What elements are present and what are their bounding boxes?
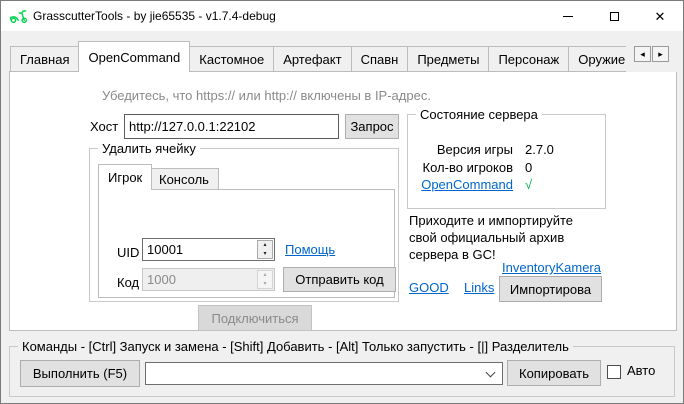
uid-label: UID <box>117 241 139 264</box>
delete-cell-group: Удалить ячейку Игрок Консоль UID ▴ ▾ Пом… <box>89 148 399 302</box>
uid-input[interactable] <box>142 238 275 261</box>
tab-scroll-right-button[interactable]: ▸ <box>652 46 669 62</box>
inventorykamera-link[interactable]: InventoryKamera <box>502 260 601 275</box>
tab-player[interactable]: Игрок <box>98 164 152 190</box>
opencommand-link[interactable]: OpenCommand <box>421 177 513 192</box>
opencommand-tab-page: Убедитесь, что https:// или http:// вклю… <box>9 71 677 331</box>
player-count-label: Кол-во игроков <box>423 160 513 175</box>
tab-glavnaya[interactable]: Главная <box>10 46 79 72</box>
maximize-button[interactable] <box>591 1 637 31</box>
window-title: GrasscutterTools - by jie65535 - v1.7.4-… <box>33 1 276 31</box>
promo-line: свой официальный архив <box>409 229 573 246</box>
arrow-right-icon: ▸ <box>658 49 663 60</box>
good-link[interactable]: GOOD <box>409 280 449 295</box>
tab-console[interactable]: Консоль <box>149 168 219 190</box>
command-combobox[interactable] <box>145 362 503 385</box>
minimize-icon <box>563 16 573 17</box>
run-button[interactable]: Выполнить (F5) <box>20 360 140 387</box>
tab-spavn[interactable]: Спавн <box>351 46 409 72</box>
host-input[interactable] <box>124 114 339 139</box>
auto-checkbox[interactable] <box>607 365 621 379</box>
close-icon: ✕ <box>655 10 666 23</box>
commands-group: Команды - [Ctrl] Запуск и замена - [Shif… <box>9 346 675 397</box>
delete-cell-group-title: Удалить ячейку <box>98 141 200 156</box>
server-status-group-title: Состояние сервера <box>416 107 542 122</box>
tab-opencommand[interactable]: OpenCommand <box>78 41 190 72</box>
arrow-left-icon: ◂ <box>640 49 645 60</box>
code-input <box>142 268 275 291</box>
spinner-up-icon[interactable]: ▴ <box>258 241 272 250</box>
uid-spinner[interactable]: ▴ ▾ <box>142 238 275 261</box>
tab-kastomnoe[interactable]: Кастомное <box>189 46 274 72</box>
tab-predmety[interactable]: Предметы <box>407 46 489 72</box>
host-label: Хост <box>90 114 118 139</box>
send-code-button[interactable]: Отправить код <box>283 267 396 292</box>
maximize-icon <box>610 12 619 21</box>
app-logo-icon <box>9 8 29 24</box>
code-spinner: ▴ ▾ <box>142 268 275 291</box>
player-count-value: 0 <box>525 160 532 175</box>
connect-button: Подключиться <box>198 305 312 331</box>
tab-personazh[interactable]: Персонаж <box>488 46 569 72</box>
app-window: GrasscutterTools - by jie65535 - v1.7.4-… <box>0 0 684 404</box>
server-status-group: Состояние сервера Версия игры 2.7.0 Кол-… <box>407 114 606 209</box>
tab-scroll-left-button[interactable]: ◂ <box>634 46 651 62</box>
tab-artefakt[interactable]: Артефакт <box>273 46 351 72</box>
host-hint-text: Убедитесь, что https:// или http:// вклю… <box>102 88 431 103</box>
spinner-down-icon: ▾ <box>258 280 272 289</box>
main-tabstrip: Главная OpenCommand Кастомное Артефакт С… <box>10 41 676 72</box>
commands-group-title: Команды - [Ctrl] Запуск и замена - [Shif… <box>18 339 573 354</box>
import-button[interactable]: Импортирова <box>499 276 602 302</box>
player-tab-panel: UID ▴ ▾ Помощь Код ▴ ▾ От <box>98 189 395 298</box>
spinner-up-icon: ▴ <box>258 271 272 280</box>
copy-button[interactable]: Копировать <box>507 360 601 386</box>
command-input[interactable] <box>146 363 502 384</box>
close-button[interactable]: ✕ <box>637 1 683 31</box>
opencommand-check-icon: √ <box>525 177 532 192</box>
title-bar: GrasscutterTools - by jie65535 - v1.7.4-… <box>1 1 683 31</box>
game-version-label: Версия игры <box>437 142 513 157</box>
auto-checkbox-label[interactable]: Авто <box>627 363 655 378</box>
code-label: Код <box>117 271 139 294</box>
minimize-button[interactable] <box>545 1 591 31</box>
request-button[interactable]: Запрос <box>345 114 399 139</box>
spinner-down-icon[interactable]: ▾ <box>258 250 272 259</box>
promo-text: Приходите и импортируйте свой официальны… <box>409 212 573 263</box>
game-version-value: 2.7.0 <box>525 142 554 157</box>
links-link[interactable]: Links <box>464 280 494 295</box>
help-link[interactable]: Помощь <box>285 242 335 257</box>
promo-line: Приходите и импортируйте <box>409 212 573 229</box>
